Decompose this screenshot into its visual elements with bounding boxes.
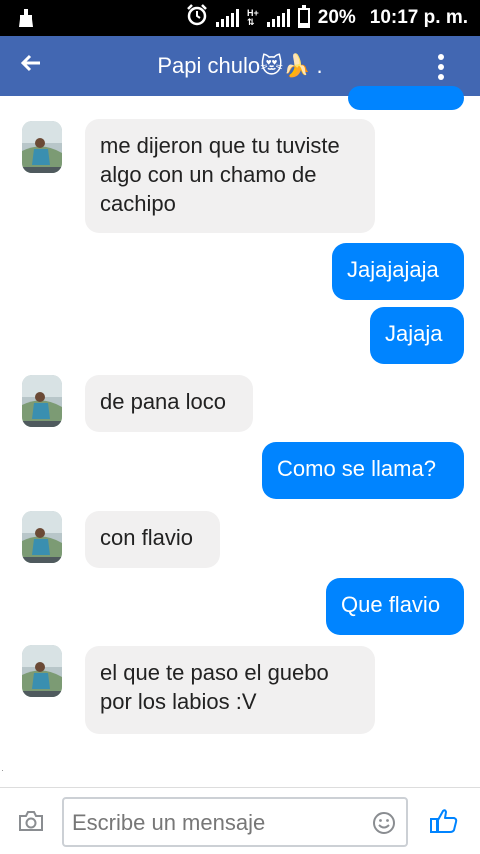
emoji-icon[interactable] (372, 811, 396, 840)
like-thumb-icon[interactable] (430, 808, 458, 839)
message-bubble-outgoing[interactable]: Jajajajaja (332, 243, 464, 300)
clock: 10:17 p. m. (369, 7, 468, 28)
alarm-icon (186, 4, 208, 32)
avatar[interactable] (22, 645, 62, 697)
hplus-icon: H+ ⇅ (246, 8, 259, 27)
cleaner-icon (18, 9, 34, 32)
status-bar: H+ ⇅ 20% 10:17 p. m. (0, 0, 480, 36)
signal-icon-2 (266, 9, 290, 27)
message-bubble-incoming[interactable]: con flavio (85, 511, 220, 568)
battery-icon (297, 5, 310, 28)
signal-icon (215, 9, 239, 27)
chat-screen: H+ ⇅ 20% 10:17 p. m. Papi chulo😻🍌 . me di… (0, 0, 480, 854)
message-input-placeholder: Escribe un mensaje (72, 810, 266, 835)
avatar[interactable] (22, 121, 62, 173)
speck (2, 770, 3, 771)
message-bubble-outgoing-partial[interactable] (348, 86, 464, 110)
message-bubble-incoming[interactable]: de pana loco (85, 375, 253, 432)
message-bubble-outgoing[interactable]: Que flavio (326, 578, 464, 635)
contact-name[interactable]: Papi chulo😻🍌 . (0, 53, 480, 79)
message-composer: Escribe un mensaje (0, 787, 480, 854)
battery-level: 20% (317, 7, 356, 28)
message-bubble-incoming[interactable]: me dijeron que tu tuviste algo con un ch… (85, 119, 375, 233)
message-input[interactable]: Escribe un mensaje (62, 797, 408, 847)
avatar[interactable] (22, 511, 62, 563)
camera-icon[interactable] (18, 810, 44, 837)
more-options-icon[interactable] (438, 54, 444, 80)
message-bubble-outgoing[interactable]: Jajaja (370, 307, 464, 364)
avatar[interactable] (22, 375, 62, 427)
message-bubble-incoming[interactable]: el que te paso el guebo por los labios :… (85, 646, 375, 734)
message-bubble-outgoing[interactable]: Como se llama? (262, 442, 464, 499)
